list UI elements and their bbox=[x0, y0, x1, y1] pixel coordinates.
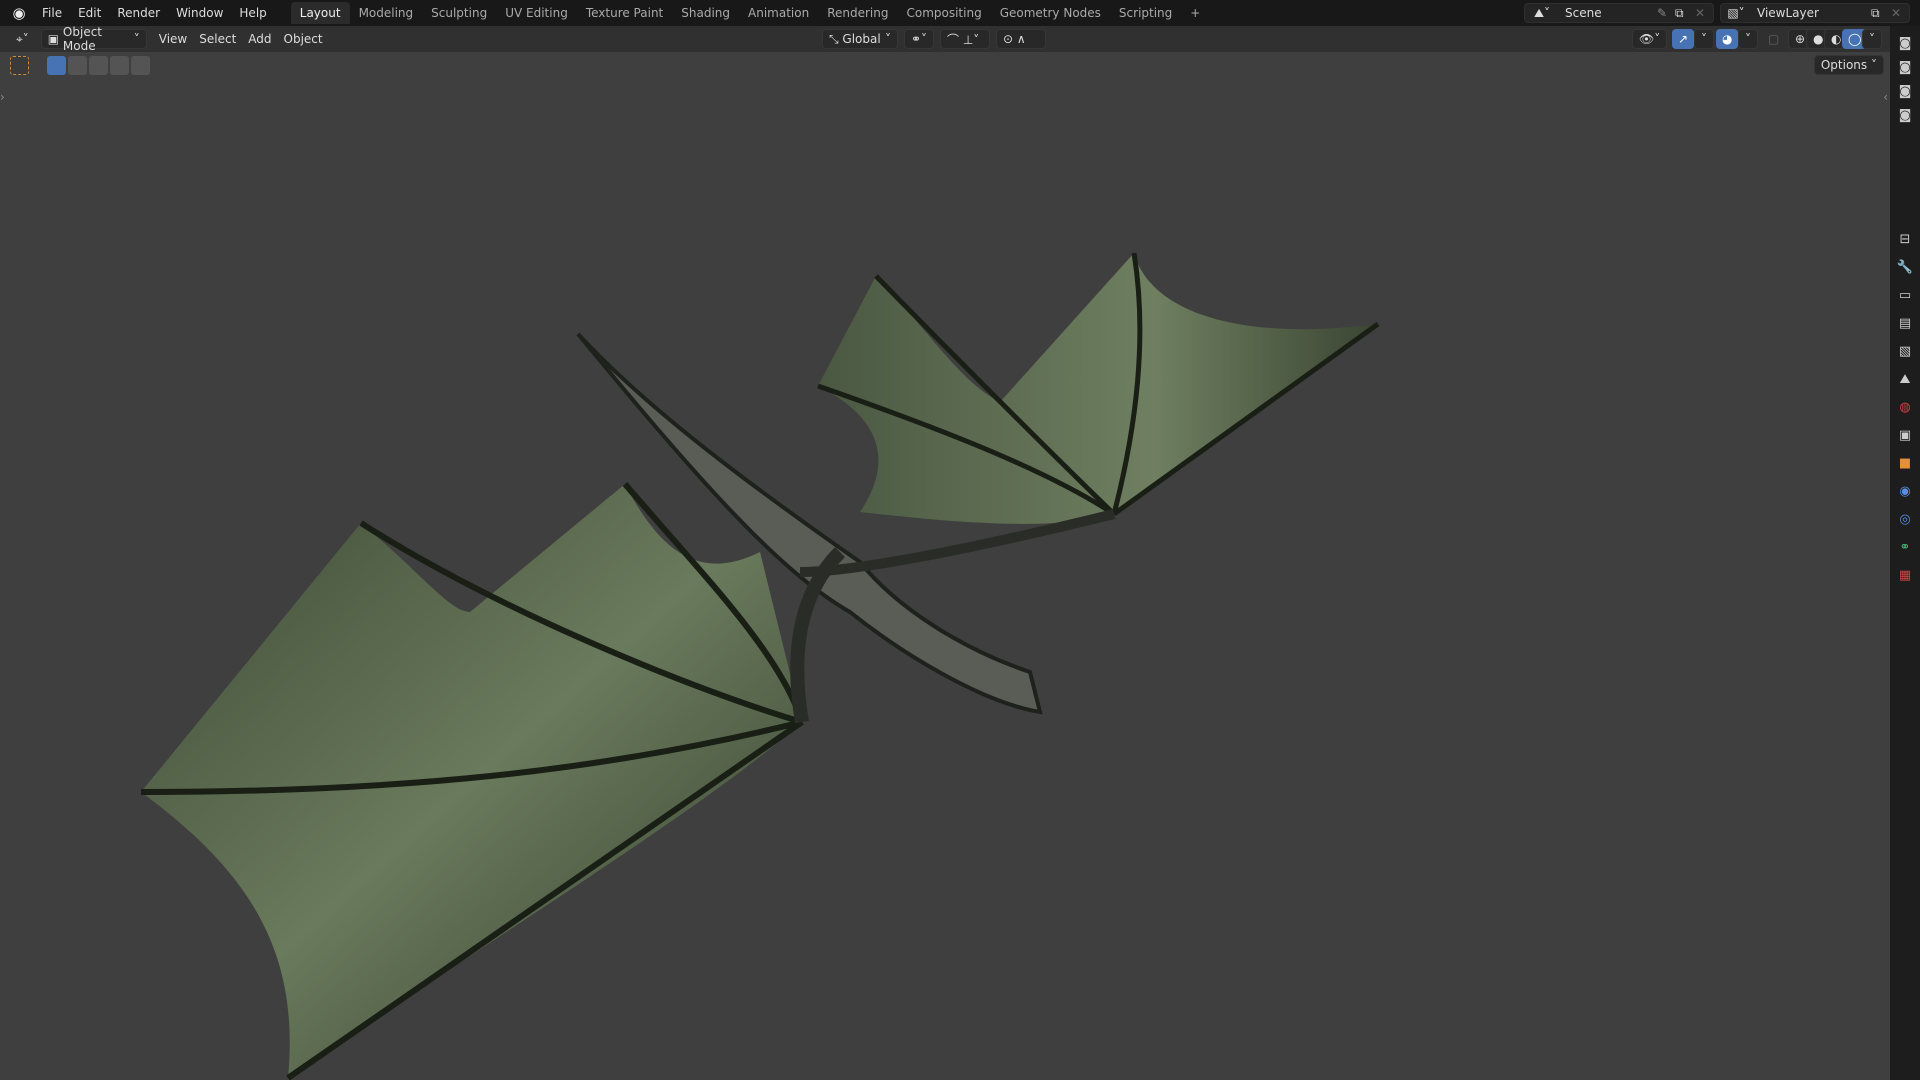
tab-geometry-nodes[interactable]: Geometry Nodes bbox=[991, 2, 1110, 24]
menu-view[interactable]: View bbox=[153, 29, 193, 49]
menu-render[interactable]: Render bbox=[109, 6, 168, 20]
camera-icon[interactable]: ◙ bbox=[1894, 104, 1916, 126]
workspace-tabs: Layout Modeling Sculpting UV Editing Tex… bbox=[290, 2, 1210, 24]
object-data-properties-icon[interactable]: ⚭ bbox=[1894, 536, 1916, 558]
view-layer-name[interactable]: ViewLayer bbox=[1751, 6, 1871, 20]
pin-icon[interactable]: ✎ bbox=[1657, 6, 1675, 20]
camera-icon[interactable]: ◙ bbox=[1894, 32, 1916, 54]
tab-animation[interactable]: Animation bbox=[739, 2, 818, 24]
new-scene-icon[interactable]: ⧉ bbox=[1675, 6, 1695, 21]
view-layer-properties-icon[interactable]: ▧ bbox=[1894, 340, 1916, 362]
delete-scene-icon[interactable]: ✕ bbox=[1695, 6, 1713, 20]
menu-file[interactable]: File bbox=[34, 6, 70, 20]
tab-shading[interactable]: Shading bbox=[672, 2, 739, 24]
overlay-dropdown[interactable]: ˅ bbox=[1738, 29, 1758, 49]
menu-object[interactable]: Object bbox=[278, 29, 329, 49]
left-wing bbox=[140, 482, 805, 1080]
tool-properties-toggle-icon[interactable]: ⊟ bbox=[1894, 228, 1916, 250]
shading-dropdown[interactable]: ˅ bbox=[1862, 29, 1882, 49]
right-wing bbox=[817, 252, 1380, 524]
menu-edit[interactable]: Edit bbox=[70, 6, 109, 20]
view-layer-selector[interactable]: ▧˅ ViewLayer ⧉ ✕ bbox=[1720, 3, 1910, 23]
visibility-button[interactable]: 👁˅ bbox=[1632, 29, 1668, 49]
orientation-label: Global bbox=[842, 32, 881, 46]
new-view-layer-icon[interactable]: ⧉ bbox=[1871, 6, 1891, 21]
mode-dropdown[interactable]: ▣ Object Mode ˅ bbox=[40, 25, 147, 53]
delete-view-layer-icon[interactable]: ✕ bbox=[1891, 6, 1909, 20]
object-mode-icon: ▣ bbox=[47, 32, 63, 46]
gizmo-toggle-icon[interactable]: ↗ bbox=[1672, 29, 1695, 49]
chevron-down-icon: ˅ bbox=[133, 32, 140, 46]
menu-help[interactable]: Help bbox=[231, 6, 274, 20]
overlay-toggle-icon[interactable]: ◕ bbox=[1716, 29, 1739, 49]
pivot-point-button[interactable]: ⚭˅ bbox=[904, 29, 935, 49]
tab-rendering[interactable]: Rendering bbox=[818, 2, 897, 24]
scene-name[interactable]: Scene bbox=[1559, 6, 1657, 20]
mode-label: Object Mode bbox=[62, 25, 103, 53]
tab-compositing[interactable]: Compositing bbox=[897, 2, 990, 24]
gizmo-dropdown[interactable]: ˅ bbox=[1694, 29, 1714, 49]
camera-icon[interactable]: ◙ bbox=[1894, 56, 1916, 78]
material-properties-icon[interactable]: ▦ bbox=[1894, 564, 1916, 586]
tab-uv-editing[interactable]: UV Editing bbox=[496, 2, 577, 24]
chevron-down-icon: ˅ bbox=[885, 32, 891, 46]
world-properties-icon[interactable]: ◍ bbox=[1894, 396, 1916, 418]
orientation-icon: ⤡ bbox=[829, 31, 843, 46]
camera-icon[interactable]: ◙ bbox=[1894, 80, 1916, 102]
properties-tabs: ◙ ◙ ◙ ◙ ⊟ 🔧 ▭ ▤ ▧ ⛰ ◍ ▣ ■ ◉ ◎ ⚭ ▦ bbox=[1890, 26, 1920, 1080]
menu-select[interactable]: Select bbox=[193, 29, 242, 49]
tab-texture-paint[interactable]: Texture Paint bbox=[577, 2, 672, 24]
editor-type-button[interactable]: ⌖˅ bbox=[10, 29, 35, 49]
object-properties-icon[interactable]: ■ bbox=[1894, 452, 1916, 474]
menu-window[interactable]: Window bbox=[168, 6, 231, 20]
tab-scripting[interactable]: Scripting bbox=[1110, 2, 1181, 24]
modifier-properties-icon[interactable]: ◉ bbox=[1894, 480, 1916, 502]
3d-viewport[interactable]: Options ˅ › ‹ bbox=[0, 52, 1890, 1080]
scene-selector[interactable]: ⛰˅ Scene ✎ ⧉ ✕ bbox=[1524, 3, 1714, 23]
blender-logo-icon[interactable]: ◉ bbox=[10, 4, 28, 22]
tab-sculpting[interactable]: Sculpting bbox=[422, 2, 496, 24]
view-layer-icon: ▧˅ bbox=[1727, 6, 1745, 20]
snapping-button[interactable]: ⌒ ⊥˅ bbox=[940, 29, 990, 49]
scene-icon: ⛰˅ bbox=[1533, 5, 1551, 20]
tool-icon[interactable]: 🔧 bbox=[1894, 256, 1916, 278]
xray-toggle-icon[interactable]: ▢ bbox=[1762, 29, 1785, 49]
collection-properties-icon[interactable]: ▣ bbox=[1894, 424, 1916, 446]
tab-layout[interactable]: Layout bbox=[290, 2, 350, 24]
top-bar: ◉ File Edit Render Window Help Layout Mo… bbox=[0, 0, 1920, 26]
dragon-model bbox=[140, 252, 1380, 1080]
editor-type-icon: ⌖˅ bbox=[16, 31, 29, 46]
orientation-dropdown[interactable]: ⤡ Global ˅ bbox=[822, 29, 898, 49]
add-workspace-button[interactable]: + bbox=[1181, 2, 1209, 24]
proportional-editing-button[interactable]: ⊙ ∧ bbox=[996, 29, 1046, 49]
scene-properties-icon[interactable]: ⛰ bbox=[1894, 368, 1916, 390]
menu-add[interactable]: Add bbox=[242, 29, 277, 49]
physics-properties-icon[interactable]: ◎ bbox=[1894, 508, 1916, 530]
tab-modeling[interactable]: Modeling bbox=[350, 2, 423, 24]
render-properties-icon[interactable]: ▭ bbox=[1894, 284, 1916, 306]
viewport-header: ⌖˅ ▣ Object Mode ˅ View Select Add Object… bbox=[0, 25, 1890, 53]
output-properties-icon[interactable]: ▤ bbox=[1894, 312, 1916, 334]
